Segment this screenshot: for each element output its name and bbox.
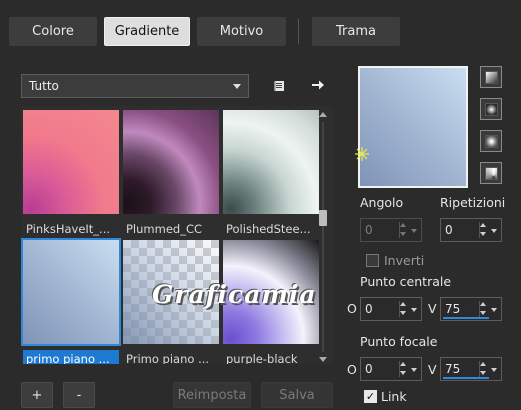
spinner-arrows-icon[interactable] (399, 219, 409, 241)
center-h-spinner[interactable]: 0 (360, 297, 422, 321)
invert-checkbox[interactable] (366, 254, 379, 267)
gallery-scrollbar[interactable] (318, 110, 328, 364)
sunburst-gradient-icon (484, 166, 498, 180)
circular-gradient-button[interactable] (480, 130, 502, 152)
library-icon[interactable] (270, 77, 288, 95)
chevron-down-icon[interactable] (491, 308, 497, 312)
focal-v-value: 75 (445, 362, 461, 376)
scroll-down-icon[interactable] (319, 357, 327, 362)
focal-point-icon[interactable] (354, 146, 370, 162)
add-button[interactable]: + (21, 382, 53, 408)
gradient-caption: Primo piano ... (126, 352, 210, 364)
remove-button[interactable]: - (63, 382, 95, 408)
repeats-label: Ripetizioni (440, 195, 506, 210)
category-dropdown-value: Tutto (29, 79, 59, 93)
tab-motivo[interactable]: Motivo (197, 17, 286, 46)
save-button[interactable]: Salva (261, 382, 333, 408)
chevron-down-icon (233, 84, 241, 89)
center-point-label: Punto centrale (360, 274, 452, 289)
spinner-arrows-icon[interactable] (479, 219, 489, 241)
value-underline (443, 377, 489, 379)
focal-h-spinner[interactable]: 0 (360, 357, 422, 381)
gradient-thumbnail (21, 238, 121, 346)
arrow-right-icon[interactable] (308, 75, 328, 95)
chevron-down-icon[interactable] (411, 368, 417, 372)
value-underline (443, 317, 489, 319)
scroll-thumb[interactable] (319, 210, 327, 226)
focal-h-value: 0 (365, 362, 373, 376)
spinner-arrows-icon[interactable] (399, 298, 409, 320)
angle-label: Angolo (360, 195, 404, 210)
gradient-gallery: PinksHaveIt_... Plummed_CC PolishedStee.… (21, 106, 333, 364)
gradient-caption: primo piano ... (23, 350, 119, 364)
category-dropdown[interactable]: Tutto (21, 74, 249, 98)
chevron-down-icon[interactable] (411, 308, 417, 312)
linear-gradient-icon (484, 70, 498, 84)
invert-label: Inverti (384, 253, 425, 268)
tab-colore[interactable]: Colore (9, 17, 97, 46)
gradient-caption: PolishedStee... (226, 222, 311, 236)
gradient-caption: Plummed_CC (126, 222, 203, 236)
spinner-arrows-icon[interactable] (399, 358, 409, 380)
scroll-track[interactable] (322, 122, 324, 352)
chevron-down-icon[interactable] (411, 229, 417, 233)
center-v-label: V (428, 301, 437, 316)
focal-v-spinner[interactable]: 75 (440, 357, 502, 381)
scroll-up-icon[interactable] (319, 112, 327, 117)
tab-gradiente[interactable]: Gradiente (104, 17, 190, 46)
repeats-spinner[interactable]: 0 (440, 218, 502, 242)
gradient-thumbnail (23, 110, 119, 214)
angle-value: 0 (365, 223, 373, 237)
rectangular-gradient-icon (484, 102, 498, 116)
link-label: Link (381, 389, 407, 404)
gradient-preview[interactable] (358, 66, 468, 188)
chevron-down-icon[interactable] (491, 368, 497, 372)
gradient-caption: purple-black (226, 352, 298, 364)
repeats-value: 0 (445, 223, 453, 237)
chevron-down-icon[interactable] (491, 229, 497, 233)
focal-point-label: Punto focale (360, 334, 438, 349)
radial-gradient-icon (484, 134, 498, 148)
watermark: Graficamia (152, 280, 317, 309)
center-h-label: O (347, 301, 357, 316)
gradient-thumbnail (123, 110, 219, 214)
tab-separator (298, 19, 299, 44)
angle-spinner[interactable]: 0 (360, 218, 422, 242)
gradient-thumbnail (223, 110, 319, 214)
focal-h-label: O (347, 362, 357, 377)
center-v-value: 75 (445, 302, 461, 316)
sunburst-gradient-button[interactable] (480, 162, 502, 184)
link-checkbox[interactable]: ✓ (364, 390, 377, 403)
reset-button[interactable]: Reimposta (173, 382, 251, 408)
linear-gradient-button[interactable] (480, 66, 502, 88)
center-v-spinner[interactable]: 75 (440, 297, 502, 321)
radial-gradient-button[interactable] (480, 98, 502, 120)
focal-v-label: V (428, 362, 437, 377)
center-h-value: 0 (365, 302, 373, 316)
tab-trama[interactable]: Trama (312, 17, 400, 46)
gradient-caption: PinksHaveIt_... (26, 222, 111, 236)
